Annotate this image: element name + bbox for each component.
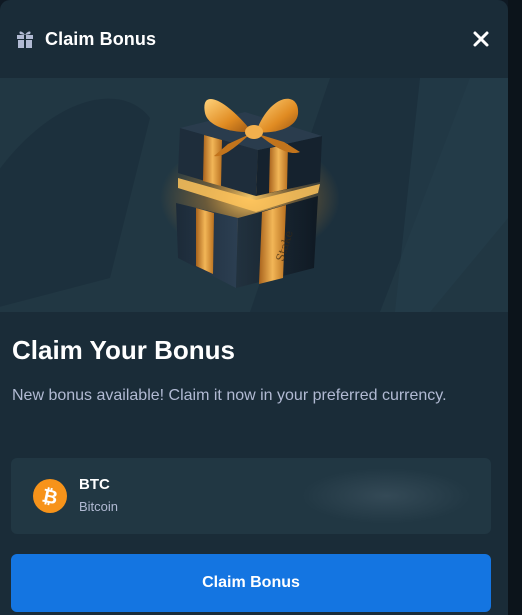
close-icon <box>473 31 489 47</box>
bonus-banner: Stake <box>0 78 508 312</box>
bonus-description: New bonus available! Claim it now in you… <box>12 387 447 404</box>
bitcoin-icon: ₿ <box>33 479 67 513</box>
currency-option-btc[interactable]: ₿ BTC Bitcoin <box>11 458 491 534</box>
blurred-amount <box>301 468 471 524</box>
background-edge <box>508 0 522 615</box>
close-button[interactable] <box>468 26 494 52</box>
content: Claim Your Bonus New bonus available! Cl… <box>12 330 491 409</box>
currency-text: BTC Bitcoin <box>79 475 118 517</box>
gift-box-illustration: Stake <box>0 78 508 312</box>
modal-header: Claim Bonus <box>0 0 508 78</box>
claim-bonus-modal: Claim Bonus Stake Claim Your Bonus New b… <box>0 0 508 615</box>
currency-code: BTC <box>79 476 110 493</box>
modal-title: Claim Bonus <box>45 28 157 49</box>
claim-bonus-button[interactable]: Claim Bonus <box>11 554 491 612</box>
page-title: Claim Your Bonus <box>12 335 235 365</box>
currency-name: Bitcoin <box>79 499 119 514</box>
gift-icon <box>14 28 36 50</box>
